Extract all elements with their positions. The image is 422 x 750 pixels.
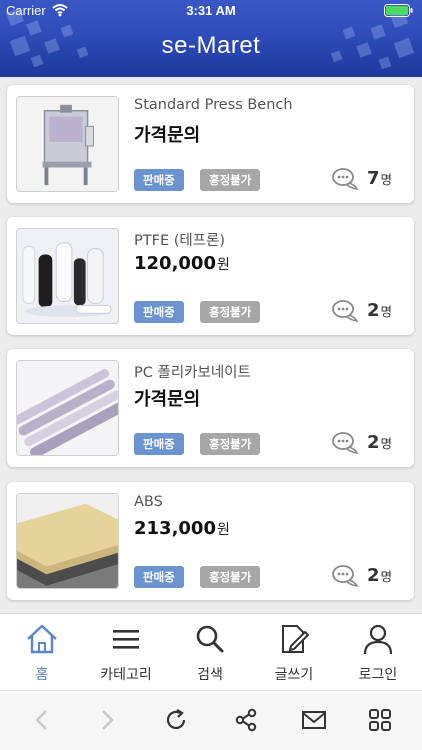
- product-price: 213,000원: [134, 518, 230, 539]
- ptfe-rods-image: [17, 229, 118, 323]
- tab-label: 홈: [35, 667, 49, 683]
- comment-icon: [332, 300, 359, 323]
- app-header: Carrier 3:31 AM se-Maret: [0, 0, 422, 77]
- tab-search[interactable]: 검색: [168, 614, 252, 691]
- product-price: 가격문의: [134, 389, 201, 410]
- battery-icon: [384, 4, 413, 17]
- comment-count: 7명: [367, 168, 393, 189]
- tab-category[interactable]: 카테고리: [84, 614, 168, 691]
- browser-toolbar: [0, 690, 422, 750]
- tab-label: 글쓰기: [274, 667, 314, 683]
- tab-home[interactable]: 홈: [0, 614, 84, 691]
- forward-icon: [102, 710, 114, 730]
- comment-icon: [332, 432, 359, 455]
- status-bar: Carrier 3:31 AM: [0, 0, 422, 22]
- status-time: 3:31 AM: [186, 3, 236, 18]
- product-image[interactable]: [16, 493, 119, 589]
- product-card[interactable]: PC 폴리카보네이트 가격문의 판매중 흥정불가 2명: [7, 349, 414, 467]
- product-name: PC 폴리카보네이트: [134, 365, 251, 381]
- abs-sheets-image: [17, 494, 118, 588]
- product-name: ABS: [134, 494, 163, 510]
- product-price: 120,000원: [134, 253, 230, 274]
- product-card[interactable]: PTFE (테프론) 120,000원 판매중 흥정불가 2명: [7, 217, 414, 335]
- product-list[interactable]: Standard Press Bench 가격문의 판매중 흥정불가 7명 PT…: [0, 77, 422, 613]
- product-name: PTFE (테프론): [134, 233, 226, 249]
- negotiation-badge: 흥정불가: [200, 566, 261, 588]
- back-button[interactable]: [30, 707, 56, 733]
- app-title: se-Maret: [161, 32, 261, 59]
- comment-count: 2명: [367, 432, 393, 453]
- search-icon: [196, 625, 224, 653]
- status-badge: 판매중: [134, 301, 184, 323]
- press-bench-image: [17, 97, 118, 191]
- negotiation-badge: 흥정불가: [200, 169, 261, 191]
- refresh-icon: [166, 709, 186, 729]
- status-badge: 판매중: [134, 169, 184, 191]
- home-icon: [27, 624, 57, 654]
- refresh-button[interactable]: [163, 707, 189, 733]
- product-name: Standard Press Bench: [134, 97, 293, 113]
- status-badge: 판매중: [134, 566, 184, 588]
- tab-label: 검색: [197, 667, 223, 683]
- pc-rods-image: [17, 361, 118, 455]
- grid-icon: [369, 709, 391, 731]
- comment-icon: [332, 565, 359, 588]
- product-image[interactable]: [16, 96, 119, 192]
- negotiation-badge: 흥정불가: [200, 433, 261, 455]
- product-price: 가격문의: [134, 125, 201, 146]
- comment-count: 2명: [367, 565, 393, 586]
- negotiation-badge: 흥정불가: [200, 301, 261, 323]
- product-card[interactable]: Standard Press Bench 가격문의 판매중 흥정불가 7명: [7, 85, 414, 203]
- bottom-tab-bar: 홈 카테고리 검색 글쓰기 로그인: [0, 613, 422, 690]
- tab-write[interactable]: 글쓰기: [252, 614, 336, 691]
- tab-login[interactable]: 로그인: [336, 614, 420, 691]
- grid-button[interactable]: [367, 707, 393, 733]
- comment-icon: [332, 168, 359, 191]
- share-icon: [235, 708, 257, 732]
- product-image[interactable]: [16, 228, 119, 324]
- write-icon: [282, 625, 310, 653]
- tab-label: 카테고리: [100, 667, 152, 683]
- mail-icon: [302, 711, 326, 729]
- comment-count: 2명: [367, 300, 393, 321]
- forward-button[interactable]: [93, 707, 119, 733]
- share-button[interactable]: [233, 707, 259, 733]
- mail-button[interactable]: [301, 707, 327, 733]
- status-badge: 판매중: [134, 433, 184, 455]
- product-image[interactable]: [16, 360, 119, 456]
- user-icon: [363, 624, 393, 655]
- tab-label: 로그인: [358, 667, 398, 683]
- back-icon: [35, 710, 47, 730]
- menu-icon: [113, 630, 139, 649]
- product-card[interactable]: ABS 213,000원 판매중 흥정불가 2명: [7, 482, 414, 600]
